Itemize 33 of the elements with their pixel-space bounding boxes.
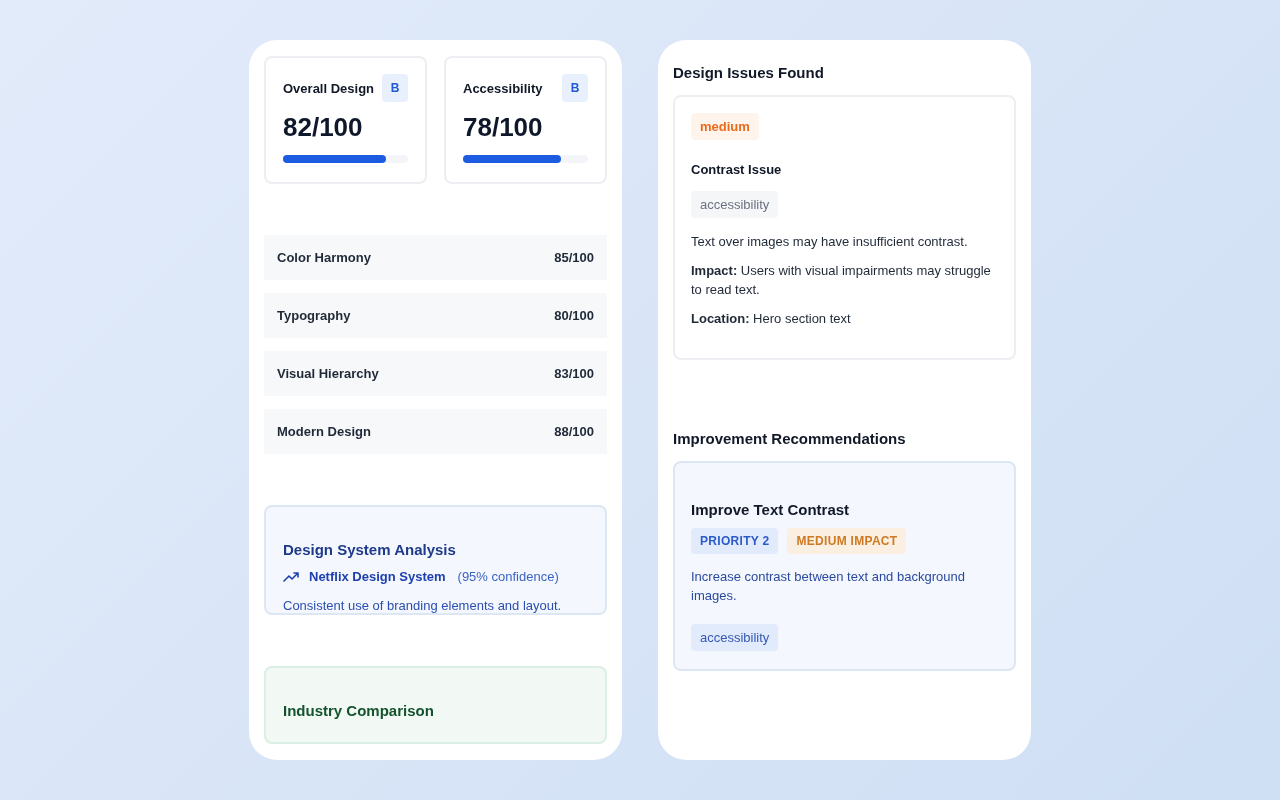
metric-name: Color Harmony	[277, 250, 371, 265]
metric-name: Modern Design	[277, 424, 371, 439]
category-tag: accessibility	[691, 624, 779, 651]
metric-value: 88/100	[554, 424, 594, 439]
grade-badge: B	[562, 74, 588, 102]
priority-badge: PRIORITY 2	[691, 528, 779, 554]
section-title: Design Issues Found	[673, 64, 825, 81]
recommendation-description: Increase contrast between text and background images.	[691, 568, 966, 605]
score-value: 82/100	[283, 112, 364, 143]
recommendation-title: Improve Text Contrast	[691, 501, 850, 518]
section-title: Improvement Recommendations	[673, 430, 907, 447]
issue-title: Contrast Issue	[691, 162, 782, 177]
severity-badge: medium	[691, 113, 759, 140]
trending-up-icon	[283, 571, 299, 582]
design-system-name: Netflix Design System	[309, 569, 446, 584]
metric-name: Typography	[277, 308, 351, 323]
card-title: Design System Analysis	[283, 541, 457, 558]
confidence-text: (95% confidence)	[457, 569, 559, 584]
metric-value: 85/100	[554, 250, 594, 265]
category-tag: accessibility	[691, 191, 779, 218]
issue-description: Text over images may have insufficient contrast.	[691, 233, 968, 251]
score-label: Accessibility	[463, 80, 543, 96]
score-value: 78/100	[463, 112, 544, 143]
card-description: Consistent use of branding elements and layout.	[283, 598, 563, 613]
metric-name: Visual Hierarchy	[277, 366, 379, 381]
impact-text: Impact: Users with visual impairments may struggle to read text.	[691, 262, 992, 299]
grade-badge: B	[382, 74, 408, 102]
score-label: Overall Design	[283, 80, 375, 96]
card-title: Industry Comparison	[283, 702, 435, 719]
impact-badge: MEDIUM IMPACT	[787, 528, 907, 554]
metric-value: 83/100	[554, 366, 594, 381]
metric-value: 80/100	[554, 308, 594, 323]
location-text: Location: Hero section text	[691, 310, 851, 328]
